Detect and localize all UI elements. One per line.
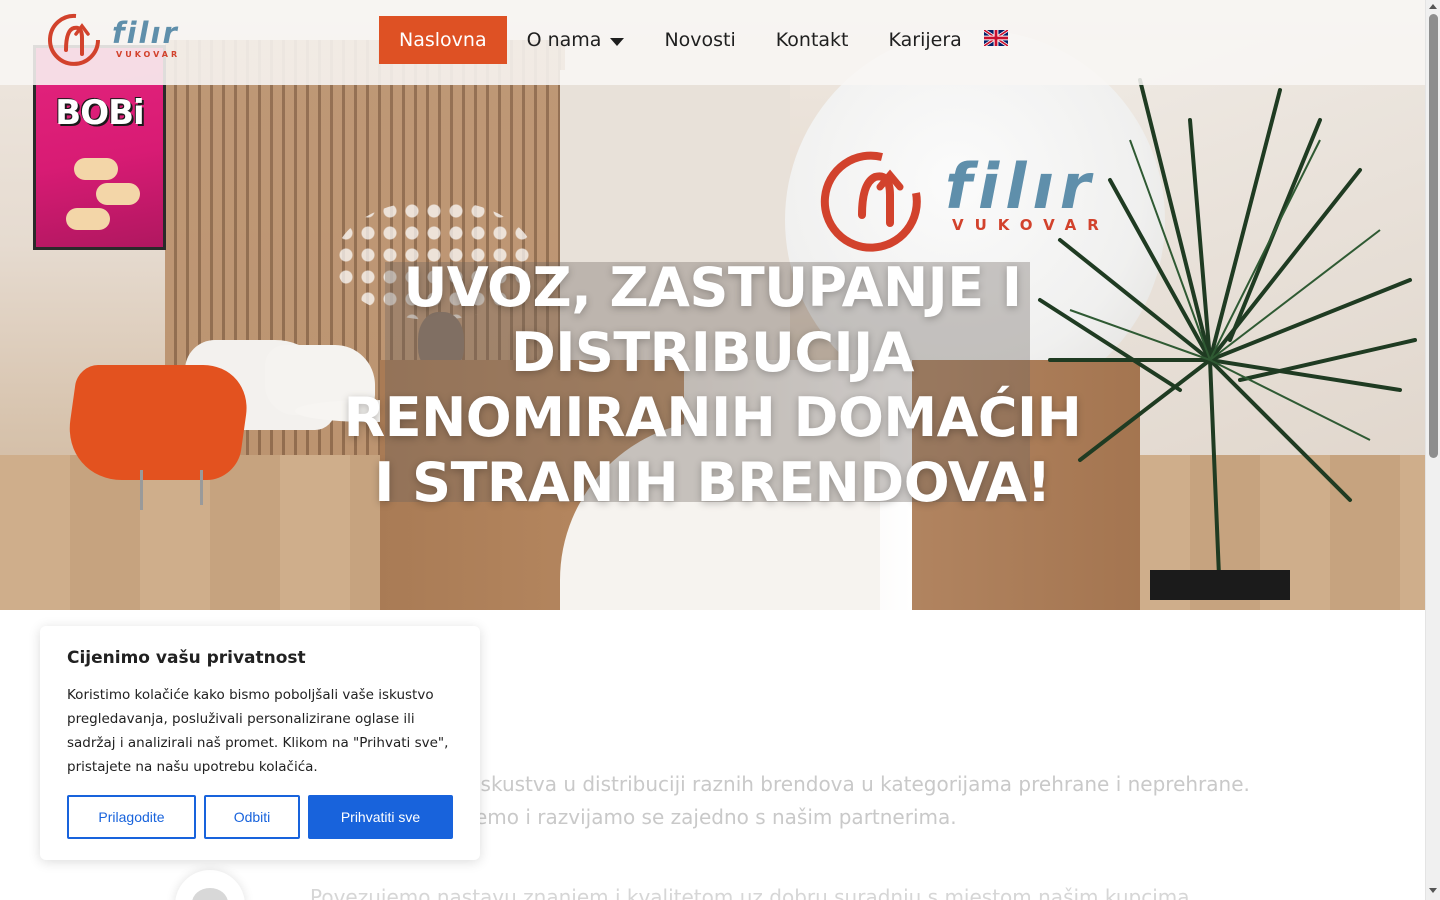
truck-icon (192, 888, 228, 900)
nav-item-novosti[interactable]: Novosti (644, 16, 755, 64)
nav-item-kontakt[interactable]: Kontakt (756, 16, 869, 64)
orange-chair (61, 365, 254, 480)
nav-label: Naslovna (399, 29, 487, 51)
scrollbar-thumb[interactable] (1429, 14, 1438, 458)
hero-title: UVOZ, ZASTUPANJE I DISTRIBUCIJA RENOMIRA… (343, 256, 1082, 514)
poster-snack (66, 208, 110, 230)
nav-label: O nama (526, 29, 602, 51)
nav-item-naslovna[interactable]: Naslovna (379, 16, 507, 64)
logo-word: filır (112, 16, 179, 50)
accept-all-button[interactable]: Prihvatiti sve (308, 795, 453, 839)
poster-text: BOBi (55, 93, 144, 133)
cookie-text: Koristimo kolačiće kako bismo poboljšali… (67, 687, 449, 775)
caret-down-icon (610, 37, 625, 46)
chair-leg (140, 470, 143, 510)
cookie-banner: Cijenimo vašu privatnost Koristimo kolač… (40, 626, 480, 860)
reject-button[interactable]: Odbiti (204, 795, 300, 839)
poster-snack (96, 183, 140, 205)
main-nav: Naslovna O nama Novosti Kontakt Karijera (379, 16, 982, 64)
nav-label: Karijera (888, 29, 962, 51)
scroll-down-icon[interactable] (1429, 888, 1437, 893)
customize-button[interactable]: Prilagodite (67, 795, 196, 839)
service-icon (175, 870, 245, 900)
cookie-title: Cijenimo vašu privatnost (67, 648, 306, 668)
nav-item-o-nama[interactable]: O nama (507, 16, 645, 64)
scroll-up-icon[interactable] (1429, 4, 1437, 9)
chair-leg (200, 470, 203, 505)
site-logo[interactable]: filır VUKOVAR (46, 10, 191, 70)
uk-flag-icon[interactable] (984, 30, 1008, 46)
poster-snack (74, 158, 118, 180)
logo-sub: VUKOVAR (116, 50, 181, 59)
nav-label: Kontakt (775, 29, 849, 51)
nav-item-karijera[interactable]: Karijera (869, 16, 982, 64)
nav-label: Novosti (664, 29, 736, 51)
hero-section: BOBi filır VUKOVAR UVOZ, ZASTUPANJE I DI… (0, 0, 1425, 610)
site-header: filır VUKOVAR Naslovna O nama Novosti Ko… (0, 0, 1425, 85)
page-scrollbar[interactable] (1425, 0, 1440, 900)
service-text: Povezujemo nastavu znanjem i kvalitetom … (310, 885, 1190, 900)
logo-mark-icon (48, 13, 100, 66)
